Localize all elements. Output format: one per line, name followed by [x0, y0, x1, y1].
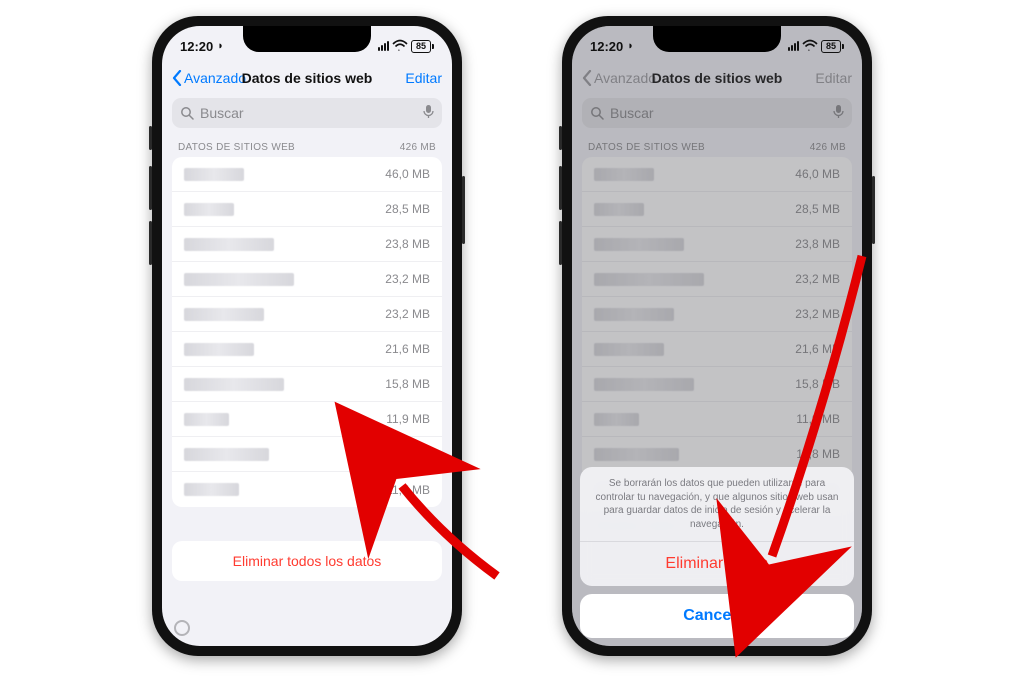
screen: 12:20 ◗ 85 Avanzado	[162, 26, 452, 646]
battery-indicator: 85	[821, 40, 844, 53]
site-name-redacted	[184, 238, 274, 251]
cell-signal-icon	[788, 41, 799, 51]
wifi-icon	[393, 41, 407, 51]
table-row[interactable]: 46,0 MB	[172, 157, 442, 192]
mic-icon[interactable]	[423, 104, 434, 122]
site-name-redacted	[184, 343, 254, 356]
table-row[interactable]: 28,5 MB	[172, 192, 442, 227]
edit-button[interactable]: Editar	[405, 70, 442, 86]
delete-all-button[interactable]: Eliminar todos los datos	[172, 541, 442, 581]
site-size: 23,8 MB	[385, 237, 430, 251]
search-field[interactable]	[172, 98, 442, 128]
battery-level: 85	[821, 40, 841, 53]
volume-down	[149, 221, 152, 265]
table-row[interactable]: 23,8 MB	[172, 227, 442, 262]
notch	[653, 26, 781, 52]
back-button[interactable]: Avanzado	[172, 70, 246, 86]
power-button	[462, 176, 465, 244]
power-button	[872, 176, 875, 244]
back-label: Avanzado	[184, 70, 246, 86]
search-icon	[180, 106, 194, 120]
site-size: 11,9 MB	[386, 412, 430, 426]
cell-signal-icon	[378, 41, 389, 51]
site-size: 28,5 MB	[385, 202, 430, 216]
table-row[interactable]: 21,6 MB	[172, 332, 442, 367]
notch	[243, 26, 371, 52]
status-time: 12:20	[590, 39, 623, 54]
chevron-left-icon	[172, 70, 182, 86]
table-row[interactable]: 11,8 MB	[172, 437, 442, 472]
nav-bar: Avanzado Datos de sitios web Editar	[162, 60, 452, 96]
mute-switch	[149, 126, 152, 150]
confirm-delete-button[interactable]: Eliminar ahora	[580, 542, 854, 586]
phone-left: 12:20 ◗ 85 Avanzado	[152, 16, 462, 656]
section-title: DATOS DE SITIOS WEB	[178, 142, 295, 153]
site-size: 23,2 MB	[385, 272, 430, 286]
screen: 12:20 ◗ 85 Avanzado	[572, 26, 862, 646]
site-size: 46,0 MB	[385, 167, 430, 181]
wifi-icon	[803, 41, 817, 51]
dnd-moon-icon: ◗	[627, 40, 634, 52]
bottom-indicator-icon	[174, 620, 190, 636]
table-row[interactable]: 23,2 MB	[172, 262, 442, 297]
site-size: 21,6 MB	[385, 342, 430, 356]
section-header: DATOS DE SITIOS WEB 426 MB	[162, 134, 452, 157]
mute-switch	[559, 126, 562, 150]
dnd-moon-icon: ◗	[217, 40, 224, 52]
site-name-redacted	[184, 308, 264, 321]
volume-up	[559, 166, 562, 210]
site-name-redacted	[184, 168, 244, 181]
sheet-message: Se borrarán los datos que pueden utiliza…	[580, 467, 854, 542]
table-row[interactable]: 15,8 MB	[172, 367, 442, 402]
table-row[interactable]: 11,7 MB	[172, 472, 442, 507]
website-data-list[interactable]: 46,0 MB 28,5 MB 23,8 MB 23,2 MB 23,2 MB 21,6 …	[172, 157, 442, 507]
site-name-redacted	[184, 203, 234, 216]
cancel-button[interactable]: Cancelar	[580, 594, 854, 638]
site-size: 11,8 MB	[386, 447, 430, 461]
site-name-redacted	[184, 448, 269, 461]
site-name-redacted	[184, 378, 284, 391]
site-name-redacted	[184, 413, 229, 426]
table-row[interactable]: 23,2 MB	[172, 297, 442, 332]
table-row[interactable]: 11,9 MB	[172, 402, 442, 437]
site-size: 11,7 MB	[386, 483, 430, 497]
search-input[interactable]	[200, 105, 417, 121]
action-sheet: Se borrarán los datos que pueden utiliza…	[580, 467, 854, 638]
site-name-redacted	[184, 273, 294, 286]
site-size: 15,8 MB	[385, 377, 430, 391]
site-name-redacted	[184, 483, 239, 496]
volume-down	[559, 221, 562, 265]
phone-right: 12:20 ◗ 85 Avanzado	[562, 16, 872, 656]
section-total: 426 MB	[400, 142, 436, 153]
volume-up	[149, 166, 152, 210]
status-time: 12:20	[180, 39, 213, 54]
battery-level: 85	[411, 40, 431, 53]
site-size: 23,2 MB	[385, 307, 430, 321]
battery-indicator: 85	[411, 40, 434, 53]
